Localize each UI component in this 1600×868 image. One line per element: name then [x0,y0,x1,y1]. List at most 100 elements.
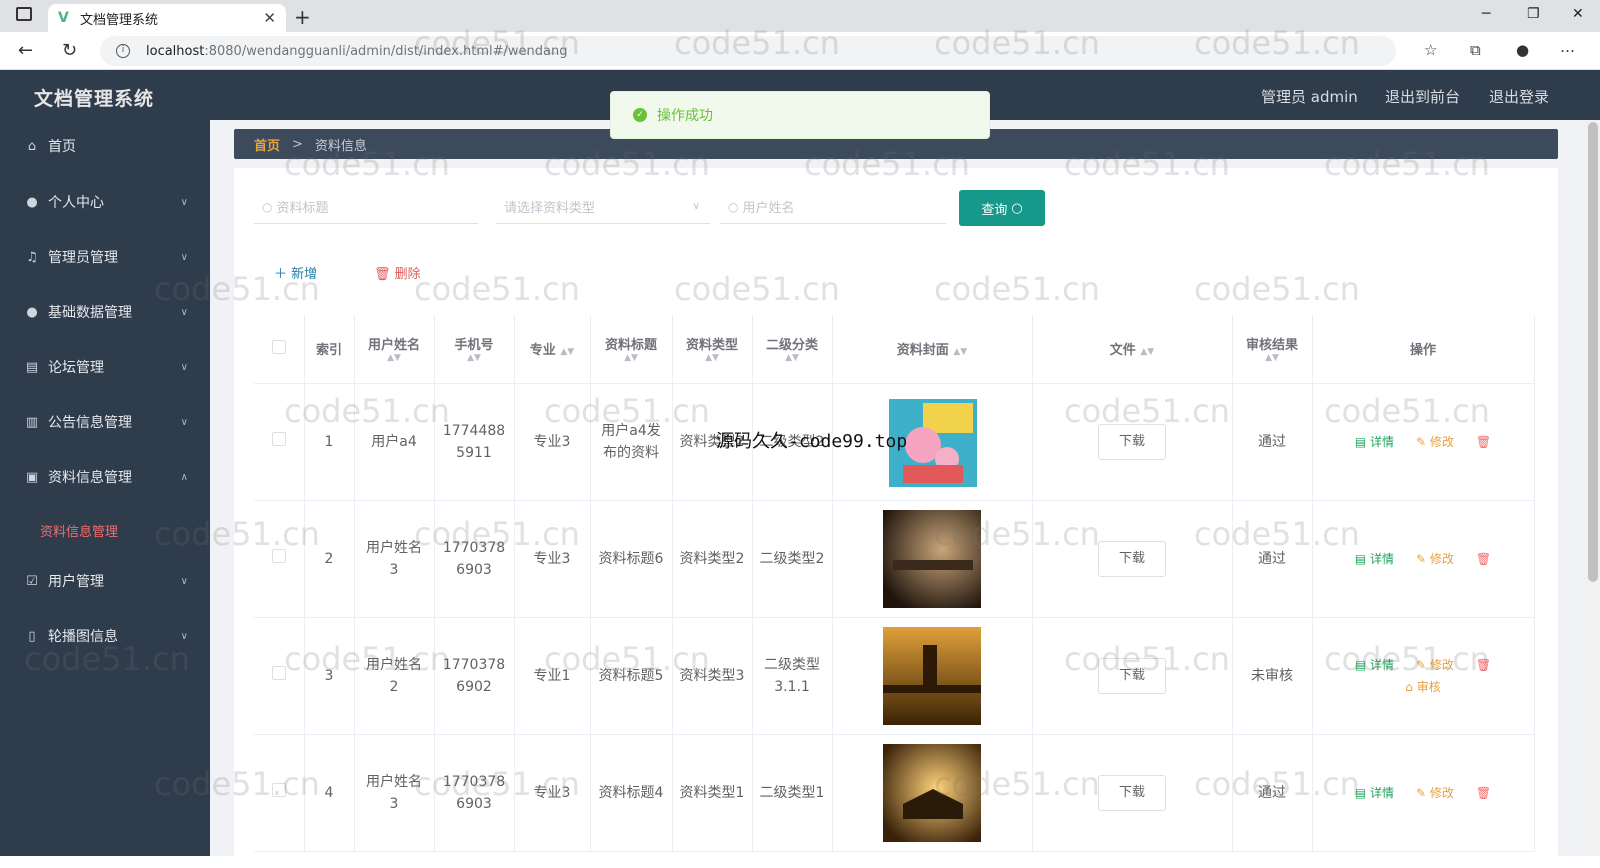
browser-tab[interactable]: V 文档管理系统 ✕ [48,4,286,32]
sort-icon[interactable]: ▲▼ [591,353,672,363]
col-subtype[interactable]: 二级分类 ▲▼ [752,315,833,384]
profile-icon[interactable]: ● [1516,41,1529,59]
title-search-input[interactable]: ○ 资料标题 [254,190,478,224]
col-type[interactable]: 资料类型 ▲▼ [672,315,753,384]
select-all-checkbox[interactable] [254,315,305,384]
sort-icon[interactable]: ▲▼ [673,353,752,363]
detail-button[interactable]: ▤ 详情 [1355,435,1394,449]
cell-file: 下载 [1032,734,1233,852]
sort-icon[interactable]: ▲▼ [435,353,514,363]
collections-icon[interactable]: ⧉ [1470,41,1481,59]
download-button[interactable]: 下载 [1098,540,1166,577]
delete-row-button[interactable]: 🗑 [1476,435,1491,449]
sort-icon[interactable]: ▲▼ [753,353,832,363]
reload-icon[interactable]: ↻ [62,40,77,61]
cover-image[interactable] [883,626,981,725]
mic-icon: ♫ [26,249,38,265]
col-title[interactable]: 资料标题 ▲▼ [590,315,673,384]
sidebar-subitem-material[interactable]: 资料信息管理 [40,521,118,540]
sort-icon[interactable]: ▲▼ [1233,353,1312,363]
edit-button[interactable]: ✎ 修改 [1416,435,1454,449]
chevron-down-icon: ∨ [692,201,700,212]
sidebar-item-basedata[interactable]: ● 基础数据管理 ∨ [0,294,210,330]
sidebar-item-notice[interactable]: ▥ 公告信息管理 ∨ [0,404,210,440]
sort-icon[interactable]: ▲▼ [1140,347,1154,357]
sort-icon[interactable]: ▲▼ [953,347,967,357]
sidebar-item-forum[interactable]: ▤ 论坛管理 ∨ [0,349,210,385]
download-button[interactable]: 下载 [1098,423,1166,460]
sidebar-item-carousel[interactable]: ▯ 轮播图信息 ∨ [0,618,210,654]
col-status[interactable]: 审核结果 ▲▼ [1232,315,1313,384]
col-phone[interactable]: 手机号 ▲▼ [434,315,515,384]
cell-file: 下载 [1032,383,1233,501]
tab-actions-icon[interactable] [16,7,32,21]
chevron-down-icon: ∨ [180,416,188,428]
row-checkbox[interactable] [254,734,305,852]
col-cover[interactable]: 资料封面 ▲▼ [832,315,1033,384]
sidebar-item-home[interactable]: ⌂ 首页 [0,128,210,164]
restore-icon[interactable]: ❐ [1527,6,1540,22]
detail-button[interactable]: ▤ 详情 [1355,552,1394,566]
logout-link[interactable]: 退出登录 [1489,86,1549,107]
to-front-link[interactable]: 退出到前台 [1385,86,1460,107]
cell-major: 专业3 [514,734,591,852]
site-info-icon[interactable]: i [116,44,130,58]
briefcase-icon: ▤ [25,359,39,375]
url-host: localhost [146,43,205,59]
row-checkbox[interactable] [254,617,305,735]
favorites-icon[interactable]: ☆ [1424,41,1437,59]
user-search-input[interactable]: ○ 用户姓名 [720,190,946,224]
col-file-label: 文件 [1109,343,1136,359]
detail-button[interactable]: ▤ 详情 [1355,786,1394,800]
sidebar-item-personal[interactable]: ● 个人中心 ∨ [0,184,210,220]
edit-label: 修改 [1429,785,1454,800]
cell-actions: ▤ 详情 ✎ 修改 🗑 [1312,383,1535,501]
search-icon: ○ [262,199,273,214]
check-icon: ☑ [26,573,38,589]
delete-row-button[interactable]: 🗑 [1476,786,1491,800]
sidebar-item-users[interactable]: ☑ 用户管理 ∨ [0,563,210,599]
new-tab-icon[interactable]: + [294,5,311,29]
type-select[interactable]: 请选择资料类型 ∨ [496,190,710,224]
window-close-icon[interactable]: ✕ [1572,6,1584,22]
sidebar-item-admin[interactable]: ♫ 管理员管理 ∨ [0,239,210,275]
back-icon[interactable]: ← [18,40,33,61]
download-button[interactable]: 下载 [1098,774,1166,811]
chevron-down-icon: ∨ [180,361,188,373]
edit-button[interactable]: ✎ 修改 [1416,552,1454,566]
delete-row-button[interactable]: 🗑 [1476,552,1491,566]
detail-label: 详情 [1370,657,1395,672]
cell-username: 用户a4 [354,383,435,501]
col-username[interactable]: 用户姓名 ▲▼ [354,315,435,384]
add-button[interactable]: ＋ 新增 [274,263,317,282]
cover-image[interactable] [883,509,981,608]
delete-button[interactable]: 🗑 删除 [374,263,421,282]
col-title-label: 资料标题 [604,338,657,354]
more-icon[interactable]: … [1560,38,1575,56]
detail-button[interactable]: ▤ 详情 [1355,658,1394,672]
col-file[interactable]: 文件 ▲▼ [1032,315,1233,384]
page-scrollbar[interactable] [1586,120,1600,856]
close-tab-icon[interactable]: ✕ [263,9,276,27]
edit-button[interactable]: ✎ 修改 [1416,658,1454,672]
sidebar: ⌂ 首页 ● 个人中心 ∨ ♫ 管理员管理 ∨ ● 基础数据管理 ∨ ▤ 论坛管理 ∨ ▥ 公告信息… [0,120,210,856]
scrollbar-thumb[interactable] [1588,122,1598,582]
minimize-icon[interactable]: ─ [1482,6,1490,22]
sort-icon[interactable]: ▲▼ [560,347,574,357]
edit-button[interactable]: ✎ 修改 [1416,786,1454,800]
query-button[interactable]: 查询 ○ [959,190,1045,226]
sidebar-item-material[interactable]: ▣ 资料信息管理 ∧ [0,459,210,495]
edit-label: 修改 [1429,657,1454,672]
audit-button[interactable]: ⌂ 审核 [1405,680,1440,694]
sidebar-item-label: 基础数据管理 [48,305,132,321]
data-table: 索引 用户姓名 ▲▼ 手机号 ▲▼ 专业 ▲▼ 资料标题 ▲▼ 资料类型 ▲▼ 二级分类… [254,315,1535,852]
breadcrumb-home[interactable]: 首页 [254,135,280,154]
row-checkbox[interactable] [254,500,305,618]
cover-image[interactable] [883,743,981,842]
url-input[interactable]: i localhost:8080/wendangguanli/admin/dis… [100,36,1396,66]
delete-row-button[interactable]: 🗑 [1476,658,1491,672]
sort-icon[interactable]: ▲▼ [355,353,434,363]
download-button[interactable]: 下载 [1098,657,1166,694]
row-checkbox[interactable] [254,383,305,501]
col-major[interactable]: 专业 ▲▼ [514,315,591,384]
